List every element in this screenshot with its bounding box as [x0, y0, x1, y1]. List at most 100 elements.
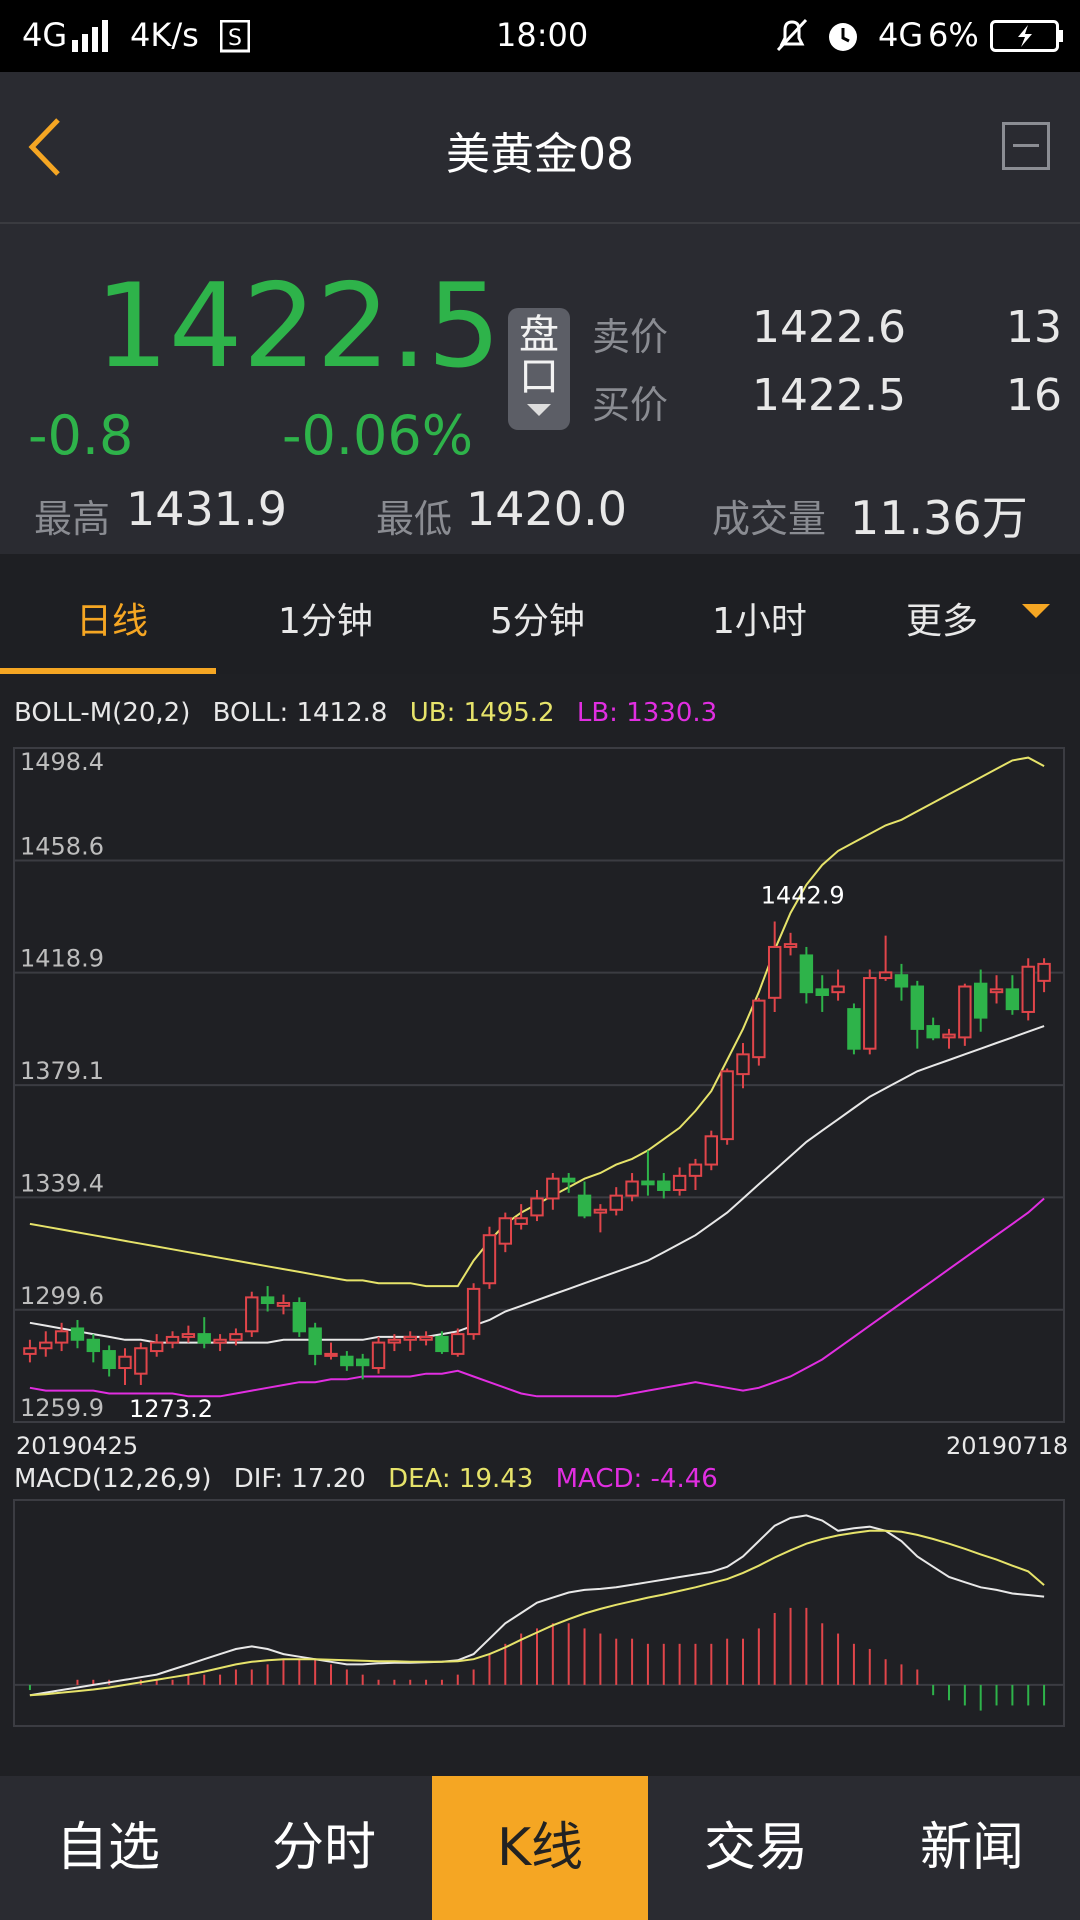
boll-mid-line	[29, 1025, 1045, 1344]
candle-up	[1021, 965, 1035, 1013]
more-dropdown-icon[interactable]	[1022, 604, 1050, 618]
candle-up	[498, 1217, 513, 1245]
period-tabs: 日线 1分钟 5分钟 1小时 更多	[0, 556, 1080, 674]
tab-1min[interactable]: 1分钟	[278, 592, 373, 644]
candle-up	[831, 985, 845, 994]
tab-5min[interactable]: 5分钟	[490, 592, 585, 644]
candle-up	[324, 1352, 338, 1357]
candle-down	[799, 954, 814, 994]
macd-chart[interactable]	[0, 1490, 1080, 1730]
candle-up	[276, 1302, 291, 1307]
network-indicator-2: 4G	[878, 16, 924, 54]
candle-up	[593, 1208, 608, 1214]
candle-down	[340, 1355, 354, 1367]
bottom-nav: 自选 分时 K线 交易 新闻	[0, 1776, 1080, 1920]
candlestick-chart[interactable]: 1498.4 1458.6 1418.9 1379.1 1339.4 1299.6 1259…	[0, 730, 1080, 1430]
candle-up	[863, 977, 877, 1050]
nav-news[interactable]: 新闻	[864, 1776, 1080, 1920]
nav-trade[interactable]: 交易	[648, 1776, 864, 1920]
x-start-date: 20190425	[16, 1432, 139, 1460]
low-value: 1420.0	[466, 482, 627, 536]
minimize-icon[interactable]	[1002, 122, 1050, 170]
candle-up	[530, 1197, 544, 1217]
quote-panel: 1422.5 -0.8 -0.06% 盘口 卖价 1422.6 13 买价 14…	[0, 224, 1080, 554]
candle-down	[435, 1335, 449, 1353]
candle-up	[403, 1335, 417, 1341]
candle-down	[815, 988, 829, 996]
candle-down	[102, 1350, 116, 1370]
candle-up	[54, 1330, 69, 1344]
candle-down	[910, 985, 925, 1030]
candle-up	[149, 1341, 164, 1353]
candle-up	[387, 1338, 402, 1344]
y-tick-label: 1458.6	[20, 832, 104, 860]
candle-up	[514, 1217, 528, 1225]
page-title: 美黄金08	[446, 129, 634, 180]
boll-ub-value: UB: 1495.2	[409, 698, 555, 728]
y-tick-label: 1418.9	[20, 945, 104, 973]
candle-down	[657, 1180, 671, 1191]
y-tick-label: 1379.1	[20, 1057, 104, 1085]
candle-down	[70, 1327, 85, 1341]
candle-down	[292, 1302, 307, 1333]
alarm-icon	[829, 23, 857, 51]
price-change-pct: -0.06%	[282, 404, 474, 467]
y-tick-label: 1259.9	[20, 1394, 104, 1422]
candle-down	[847, 1008, 861, 1050]
candle-up	[39, 1341, 53, 1350]
candle-up	[165, 1335, 180, 1344]
network-speed: 4K/s	[130, 16, 199, 54]
status-bar: 4G 4K/s S 18:00 4G 6%	[0, 0, 1080, 72]
candle-up	[229, 1333, 243, 1341]
bid-label: 买价	[592, 383, 669, 427]
candle-up	[118, 1355, 132, 1370]
candle-up	[942, 1033, 956, 1039]
tab-1hour[interactable]: 1小时	[712, 592, 807, 644]
pankou-dropdown-icon	[527, 404, 551, 416]
candle-down	[894, 974, 909, 988]
candle-up	[720, 1070, 734, 1141]
macd-frame	[13, 1499, 1065, 1727]
mute-bell-icon	[776, 18, 808, 52]
nav-timeshare[interactable]: 分时	[216, 1776, 432, 1920]
candle-down	[197, 1333, 211, 1344]
nav-watchlist[interactable]: 自选	[0, 1776, 216, 1920]
clock: 18:00	[496, 16, 589, 54]
last-price: 1422.5	[95, 259, 501, 394]
candle-up	[466, 1287, 481, 1336]
candle-down	[641, 1180, 655, 1186]
x-end-date: 20190718	[946, 1432, 1069, 1460]
nav-kline[interactable]: K线	[432, 1776, 648, 1920]
candle-up	[546, 1177, 560, 1200]
candle-up	[371, 1341, 386, 1370]
candle-up	[451, 1333, 465, 1355]
bid-price: 1422.5	[752, 370, 906, 421]
header: 美黄金08	[0, 72, 1080, 224]
tab-daily[interactable]: 日线	[76, 592, 148, 644]
candle-up	[419, 1335, 433, 1341]
volume-value: 11.36万	[850, 491, 1028, 545]
high-price-label: 1442.9	[761, 882, 845, 910]
network-indicator: 4G	[22, 16, 68, 54]
candle-up	[181, 1333, 196, 1338]
battery-percent: 6%	[928, 16, 979, 54]
candle-up	[783, 943, 798, 948]
candle-down	[926, 1025, 940, 1039]
boll-lb-value: LB: 1330.3	[576, 698, 718, 728]
boll-indicator-label: BOLL-M(20,2)	[14, 698, 191, 728]
candle-up	[245, 1296, 259, 1333]
candle-up	[23, 1347, 37, 1355]
high-value: 1431.9	[126, 482, 287, 536]
low-price-label: 1273.2	[129, 1395, 213, 1423]
candle-up	[482, 1234, 497, 1285]
candle-up	[625, 1180, 639, 1197]
price-change: -0.8	[28, 404, 134, 467]
boll-lower-line	[29, 1197, 1045, 1398]
pankou-button[interactable]: 盘口	[508, 308, 570, 430]
ask-volume: 13	[1006, 302, 1062, 353]
bid-volume: 16	[1006, 370, 1062, 421]
candle-up	[989, 988, 1004, 994]
tab-more[interactable]: 更多	[906, 592, 978, 644]
high-label: 最高	[34, 497, 111, 541]
candle-down	[355, 1358, 370, 1367]
